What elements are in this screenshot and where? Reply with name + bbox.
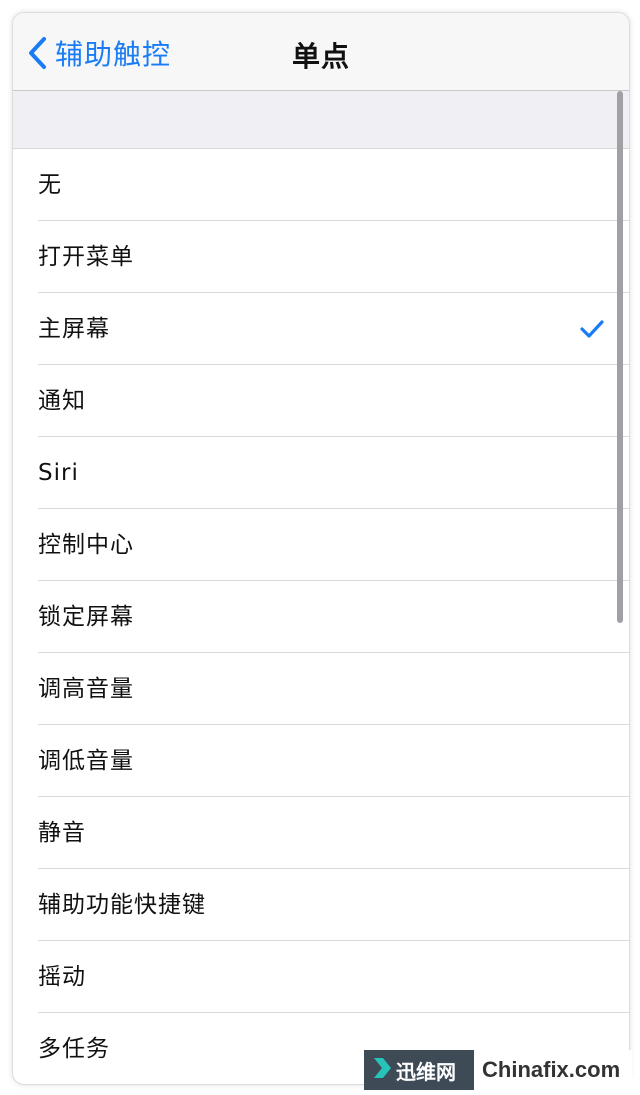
group-header-spacer — [13, 91, 629, 149]
option-label: 主屏幕 — [38, 316, 110, 342]
option-row-lock-screen[interactable]: 锁定屏幕 — [13, 581, 629, 653]
option-label: 摇动 — [38, 964, 86, 990]
navigation-bar: 辅助触控 单点 — [13, 13, 629, 91]
option-row-notifications[interactable]: 通知 — [13, 365, 629, 437]
option-label: 通知 — [38, 388, 86, 414]
option-label: 多任务 — [38, 1036, 110, 1062]
page-title: 单点 — [291, 40, 350, 73]
option-label: 无 — [38, 172, 62, 198]
option-row-control-center[interactable]: 控制中心 — [13, 509, 629, 581]
watermark-brand: 迅维网 — [364, 1050, 474, 1090]
option-label: 锁定屏幕 — [38, 604, 134, 630]
option-label: 打开菜单 — [38, 244, 134, 270]
option-label: 辅助功能快捷键 — [38, 892, 206, 918]
option-label: 调低音量 — [38, 748, 134, 774]
watermark-domain: Chinafix.com — [474, 1050, 632, 1090]
checkmark-icon — [580, 319, 604, 343]
watermark: 迅维网 Chinafix.com — [364, 1050, 632, 1090]
option-row-home[interactable]: 主屏幕 — [13, 293, 629, 365]
option-row-none[interactable]: 无 — [13, 149, 629, 221]
option-label: 调高音量 — [38, 676, 134, 702]
option-label: 控制中心 — [38, 532, 134, 558]
option-label: Siri — [38, 460, 79, 486]
option-row-volume-down[interactable]: 调低音量 — [13, 725, 629, 797]
option-row-mute[interactable]: 静音 — [13, 797, 629, 869]
watermark-left-text: 迅维网 — [396, 1059, 456, 1084]
option-row-siri[interactable]: Siri — [13, 437, 629, 509]
option-row-open-menu[interactable]: 打开菜单 — [13, 221, 629, 293]
scrollbar[interactable] — [617, 91, 623, 623]
arrow-logo-icon — [364, 1056, 396, 1085]
option-row-shake[interactable]: 摇动 — [13, 941, 629, 1013]
screen-frame: 辅助触控 单点 无 打开菜单 主屏幕 通知 Siri 控制中心 锁定屏幕 调高音… — [12, 12, 630, 1085]
options-list: 无 打开菜单 主屏幕 通知 Siri 控制中心 锁定屏幕 调高音量 调低音量 静… — [13, 149, 629, 1084]
option-row-accessibility-shortcut[interactable]: 辅助功能快捷键 — [13, 869, 629, 941]
option-label: 静音 — [38, 820, 86, 846]
option-row-volume-up[interactable]: 调高音量 — [13, 653, 629, 725]
